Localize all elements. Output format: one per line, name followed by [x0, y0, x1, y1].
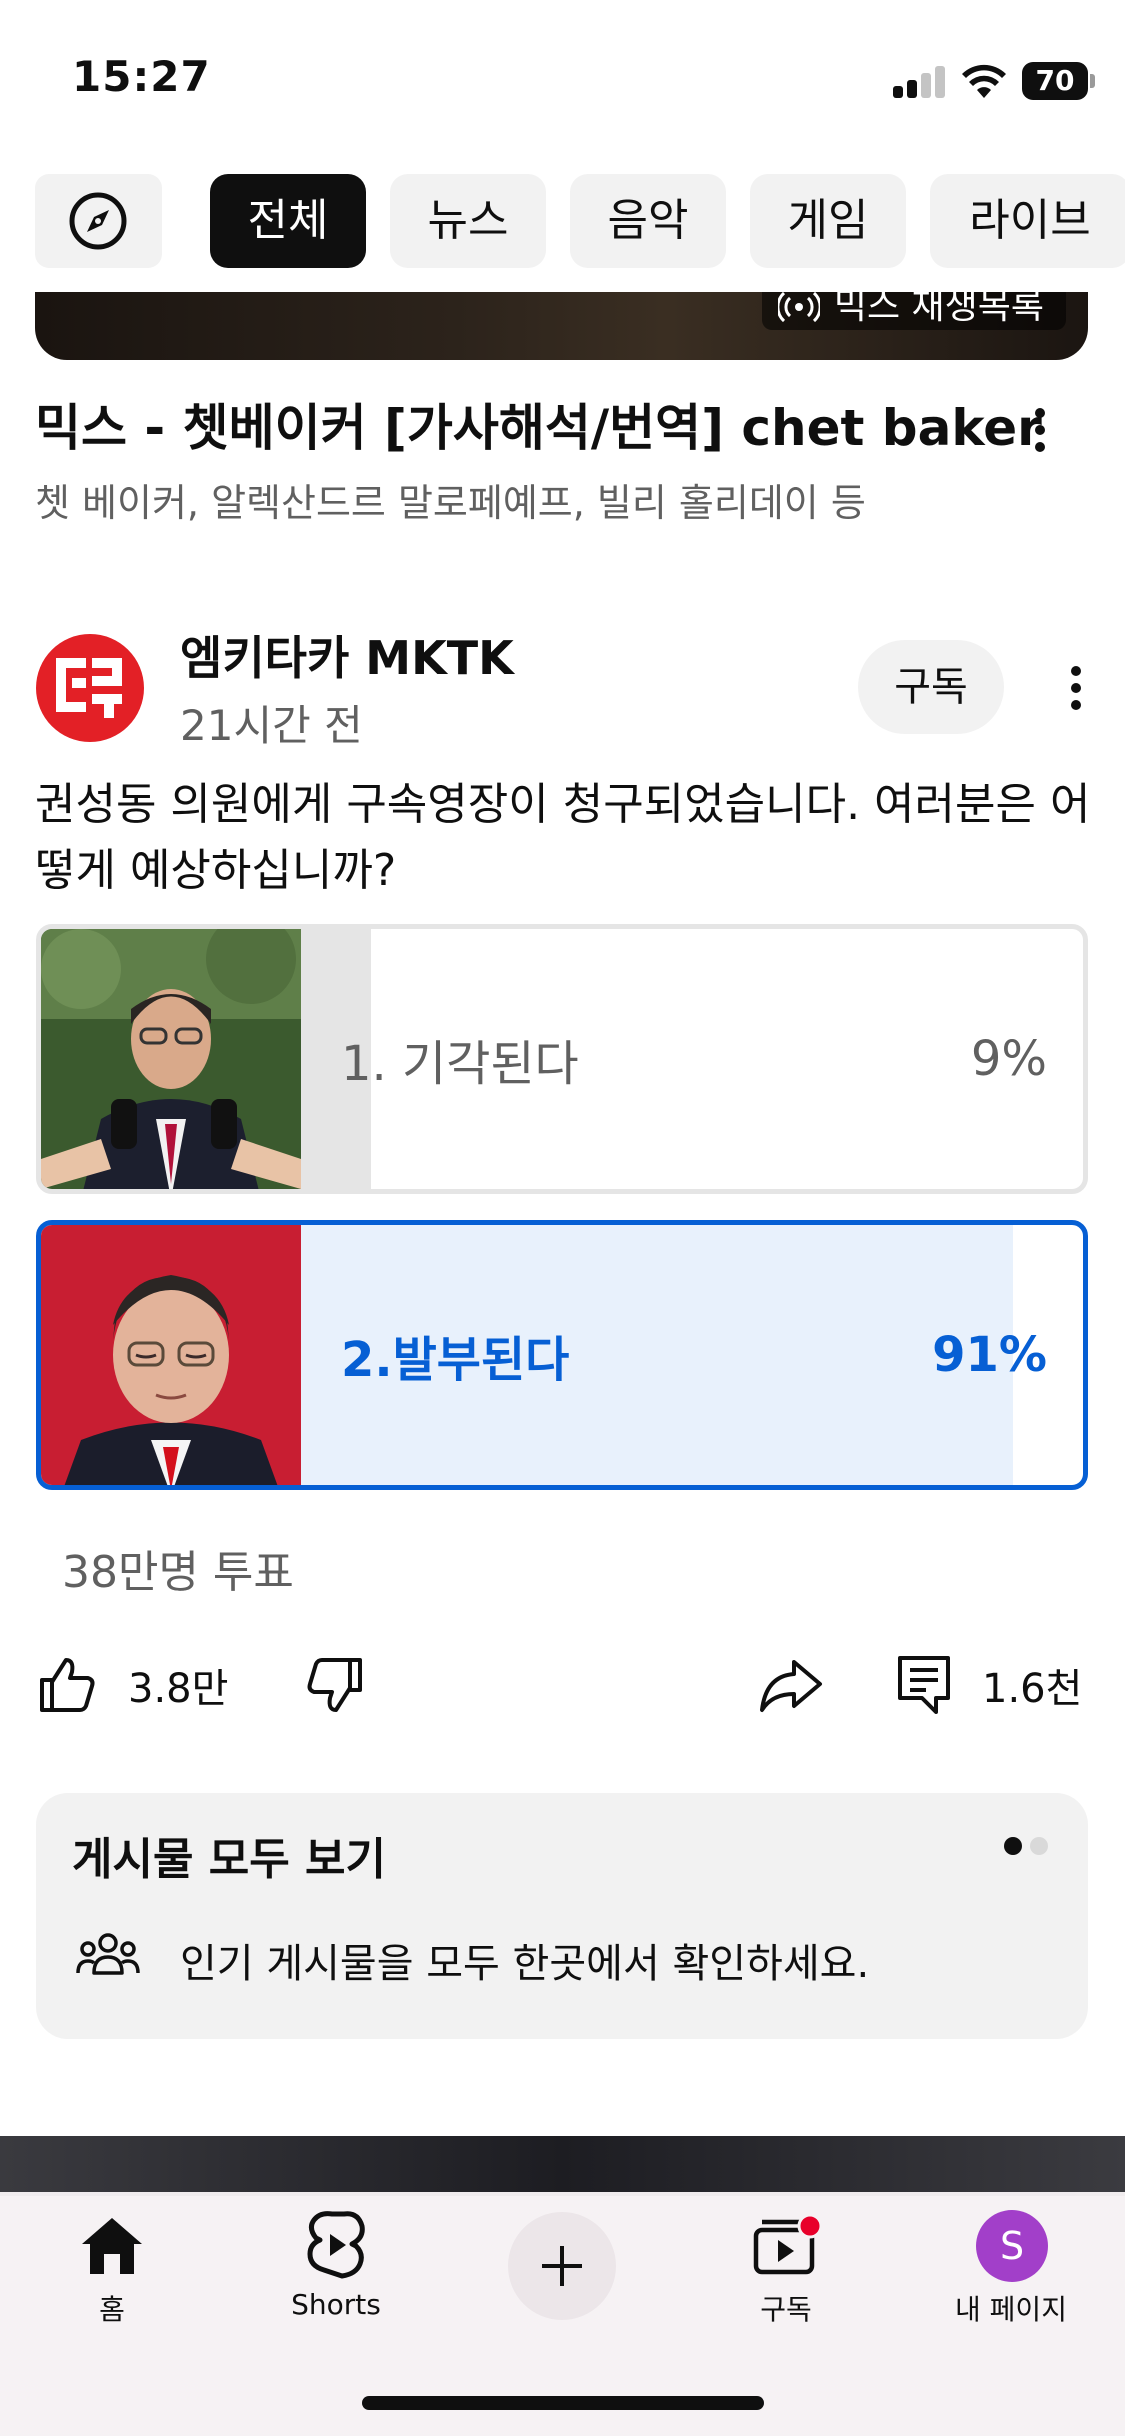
video-title[interactable]: 믹스 - 쳇베이커 [가사해석/번역] chet baker	[35, 392, 1042, 464]
video-thumbnail[interactable]: 믹스 재생목록	[35, 292, 1088, 360]
share-button[interactable]	[758, 1650, 824, 1720]
poll-vote-count: 38만명 투표	[62, 1547, 294, 1598]
profile-avatar: S	[976, 2210, 1048, 2282]
post-text: 권성동 의원에게 구속영장이 청구되었습니다. 여러분은 어떻게 예상하십니까?	[35, 779, 1091, 896]
category-chips: 전체 뉴스 음악 게임 라이브	[0, 172, 1125, 272]
channel-name[interactable]: 엠키타카 MKTK	[180, 622, 514, 688]
chip-all[interactable]: 전체	[210, 174, 366, 268]
mix-badge-label: 믹스 재생목록	[833, 292, 1044, 327]
next-video-thumbnail[interactable]	[0, 2136, 1125, 2196]
thumbs-up-icon	[40, 1658, 95, 1712]
home-icon	[82, 2218, 142, 2274]
comments-button[interactable]: 1.6천	[896, 1650, 1082, 1720]
nav-profile-label: 내 페이지	[955, 2293, 1067, 2326]
subscribe-button[interactable]: 구독	[858, 640, 1004, 734]
post-more-options-icon[interactable]	[1066, 658, 1086, 718]
poll-option-1-label: 1. 기각된다	[341, 1036, 579, 1092]
poll-option-2-label: 2.발부된다	[341, 1332, 570, 1388]
like-count: 3.8만	[128, 1666, 229, 1712]
compass-icon	[69, 192, 127, 250]
comment-icon	[898, 1656, 950, 1714]
nav-home-label: 홈	[99, 2293, 125, 2326]
poll-option-2[interactable]: 2.발부된다 91%	[36, 1220, 1088, 1490]
comment-count: 1.6천	[982, 1666, 1083, 1712]
chip-live[interactable]: 라이브	[930, 174, 1125, 268]
create-button[interactable]	[508, 2212, 616, 2320]
radio-broadcast-icon	[777, 292, 820, 322]
notification-dot-icon	[797, 2214, 823, 2239]
poll-option-1-image	[41, 929, 301, 1189]
wifi-icon	[962, 64, 1006, 98]
plus-icon	[542, 2246, 582, 2286]
mktk-logo-icon	[56, 658, 122, 718]
poll-option-1-percent: 9%	[970, 1031, 1047, 1087]
mix-playlist-badge: 믹스 재생목록	[761, 292, 1066, 330]
dislike-button[interactable]	[304, 1650, 366, 1720]
channel-avatar[interactable]	[36, 634, 144, 742]
poll-option-2-percent: 91%	[932, 1327, 1047, 1383]
home-indicator	[362, 2396, 764, 2410]
chip-gaming[interactable]: 게임	[750, 174, 906, 268]
poll-option-2-image	[41, 1225, 301, 1485]
thumbs-down-icon	[307, 1658, 362, 1712]
cellular-signal-icon	[893, 66, 947, 98]
explore-button[interactable]	[35, 174, 162, 268]
subscriptions-icon	[753, 2214, 823, 2275]
see-all-posts-title: 게시물 모두 보기	[72, 1834, 386, 1885]
battery-tip	[1090, 74, 1095, 88]
status-bar: 15:27 70	[0, 0, 1125, 150]
see-all-posts-card[interactable]: 게시물 모두 보기 인기 게시물을 모두 한곳에서 확인하세요.	[36, 1793, 1088, 2039]
shorts-icon	[307, 2211, 365, 2279]
share-arrow-icon	[760, 1660, 822, 1712]
like-button[interactable]: 3.8만	[36, 1650, 228, 1720]
nav-shorts-label: Shorts	[291, 2288, 381, 2321]
status-time: 15:27	[72, 52, 211, 101]
battery-indicator: 70	[1022, 62, 1088, 100]
people-group-icon	[76, 1933, 140, 1975]
nav-subscriptions-label: 구독	[760, 2293, 812, 2326]
video-more-options-icon[interactable]	[1030, 400, 1050, 460]
post-timestamp: 21시간 전	[180, 701, 363, 750]
chip-news[interactable]: 뉴스	[390, 174, 546, 268]
video-subtitle: 쳇 베이커, 알렉산드르 말로페예프, 빌리 홀리데이 등	[35, 481, 866, 525]
carousel-dots	[1004, 1837, 1048, 1855]
chip-music[interactable]: 음악	[570, 174, 726, 268]
poll-option-1[interactable]: 1. 기각된다 9%	[36, 924, 1088, 1194]
see-all-posts-description: 인기 게시물을 모두 한곳에서 확인하세요.	[180, 1941, 870, 1987]
